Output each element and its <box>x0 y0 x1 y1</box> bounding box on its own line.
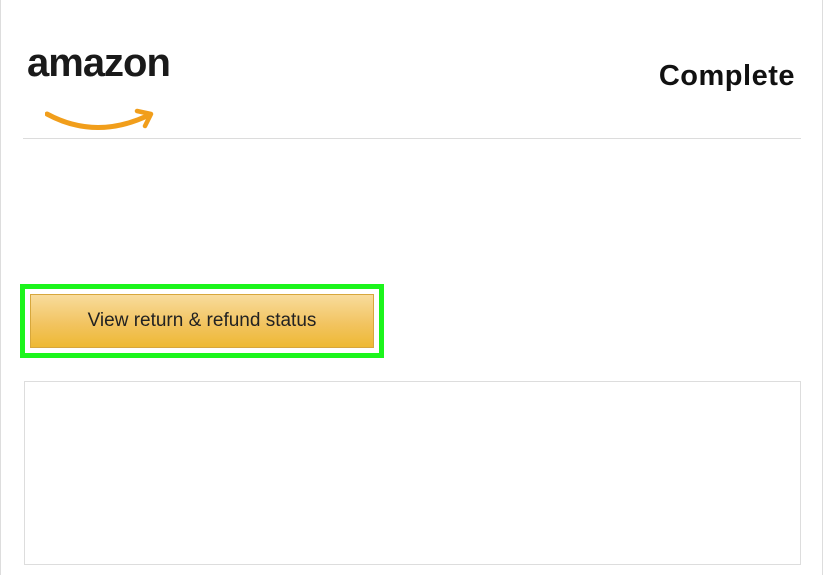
content-panel <box>24 381 801 565</box>
order-status: Complete <box>658 60 795 92</box>
amazon-logo: amazon <box>27 40 197 130</box>
amazon-smile-icon <box>45 108 154 130</box>
header-divider <box>23 138 801 139</box>
view-return-refund-status-button[interactable]: View return & refund status <box>30 294 374 348</box>
amazon-logo-text: amazon <box>27 41 171 85</box>
email-header: amazon Complete <box>0 0 825 140</box>
button-highlight-frame: View return & refund status <box>20 284 384 358</box>
